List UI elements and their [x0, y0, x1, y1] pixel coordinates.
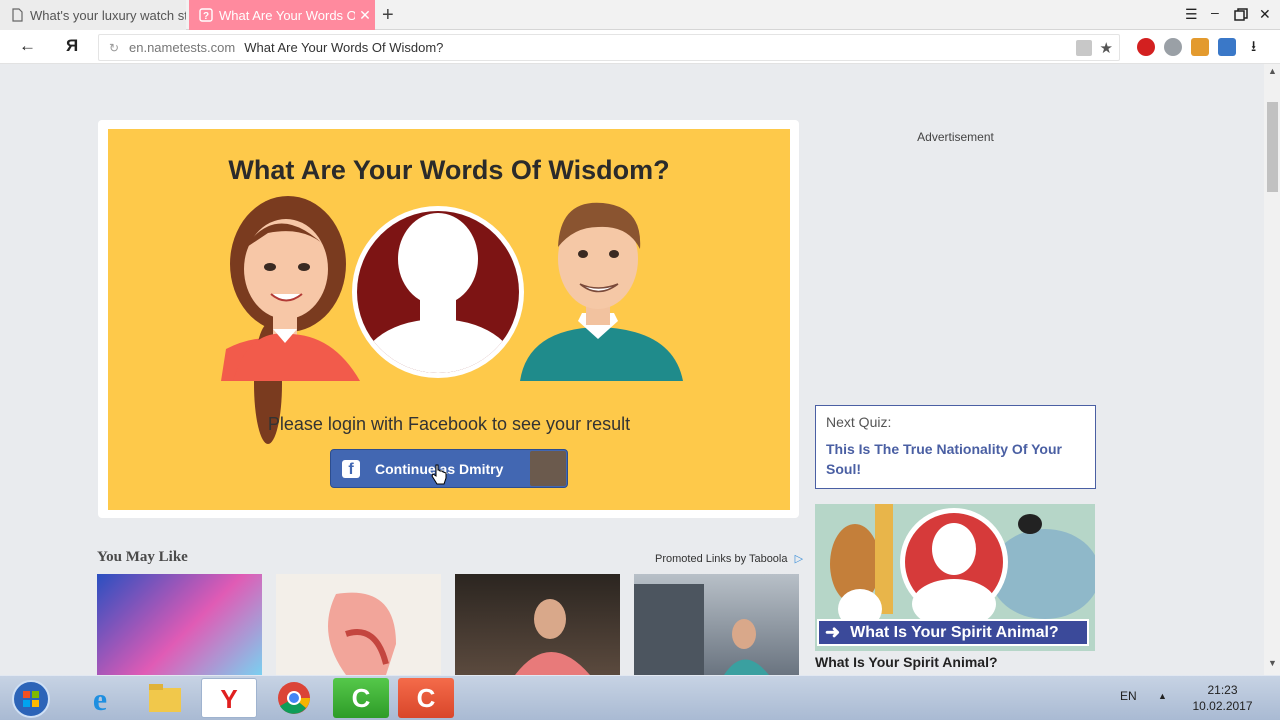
restore-icon[interactable]: [1234, 8, 1248, 21]
reload-icon[interactable]: ↻: [99, 41, 129, 55]
plus-icon[interactable]: +: [382, 4, 394, 27]
promoted-text: Promoted Links by Taboola: [655, 553, 788, 565]
tab-words-of-wisdom[interactable]: ? What Are Your Words Of ✕: [189, 0, 375, 30]
menu-icon[interactable]: ☰: [1185, 6, 1198, 23]
adblock-extension-icon[interactable]: [1137, 38, 1155, 56]
minimize-icon[interactable]: –: [1211, 4, 1219, 20]
code-extension-icon[interactable]: [1218, 38, 1236, 56]
clock[interactable]: 21:23 10.02.2017: [1185, 682, 1260, 714]
extension-icon[interactable]: [1164, 38, 1182, 56]
svg-text:e: e: [93, 681, 107, 717]
spirit-banner-text: What Is Your Spirit Animal?: [850, 623, 1059, 641]
man-avatar-icon: [520, 202, 683, 381]
windows-taskbar: e Y C C EN ▲ 21:23 10.02.2017: [0, 675, 1280, 720]
scroll-down-icon[interactable]: ▼: [1268, 658, 1277, 668]
tab-title: What's your luxury watch sty: [30, 7, 186, 23]
page-scrollbar[interactable]: ▲ ▼: [1264, 64, 1280, 675]
bookmark-extension-icon[interactable]: [1191, 38, 1209, 56]
clock-time: 21:23: [1207, 683, 1238, 697]
woman-avatar-icon: [221, 196, 360, 444]
advertisement-label: Advertisement: [917, 130, 994, 144]
user-avatar: [530, 451, 566, 486]
yandex-logo-icon[interactable]: Я: [66, 36, 78, 56]
lock-icon[interactable]: [1075, 39, 1092, 56]
file-explorer-icon[interactable]: [137, 678, 193, 718]
profile-placeholder-icon: [352, 206, 524, 378]
next-quiz-box[interactable]: Next Quiz: This Is The True Nationality …: [815, 405, 1096, 489]
arrow-right-icon: ➜: [825, 622, 841, 642]
url-host: en.nametests.com: [129, 40, 236, 55]
close-tab-icon[interactable]: ✕: [355, 7, 375, 24]
spirit-animal-banner[interactable]: ➜ What Is Your Spirit Animal?: [817, 619, 1089, 646]
recommended-thumbnail[interactable]: [455, 574, 620, 675]
person-photo-image: [515, 599, 590, 675]
spirit-animal-caption[interactable]: What Is Your Spirit Animal?: [815, 654, 998, 670]
camtasia-orange-icon[interactable]: C: [398, 678, 454, 718]
anatomy-diagram-image: [328, 592, 396, 675]
language-indicator[interactable]: EN: [1120, 689, 1137, 703]
continue-with-facebook-button[interactable]: f Continue as Dmitry: [330, 449, 568, 488]
login-prompt: Please login with Facebook to see your r…: [267, 414, 631, 434]
page-icon: [12, 8, 23, 22]
start-button-icon[interactable]: [10, 679, 52, 719]
tray-expand-icon[interactable]: ▲: [1158, 691, 1167, 701]
url-page-title: What Are Your Words Of Wisdom?: [244, 40, 444, 55]
nametests-favicon-icon: ?: [199, 8, 213, 22]
clock-date: 10.02.2017: [1192, 699, 1253, 713]
camtasia-green-icon[interactable]: C: [333, 678, 389, 718]
taboola-icon: ▷: [794, 553, 804, 565]
tab-strip: What's your luxury watch sty ? What Are …: [0, 0, 1280, 30]
hand-cursor-icon: [431, 464, 447, 485]
internet-explorer-icon[interactable]: e: [72, 678, 128, 718]
tab-luxury-watch[interactable]: What's your luxury watch sty: [0, 0, 186, 30]
recommended-thumbnail[interactable]: [276, 574, 441, 675]
recommended-thumbnail[interactable]: [634, 574, 799, 675]
address-bar[interactable]: ↻ en.nametests.com What Are Your Words O…: [98, 34, 1120, 61]
svg-text:?: ?: [203, 11, 209, 22]
promoted-links-label[interactable]: Promoted Links by Taboola ▷: [655, 552, 803, 565]
next-quiz-label: Next Quiz:: [826, 414, 892, 430]
back-arrow-icon[interactable]: ←: [19, 36, 36, 56]
tab-title: What Are Your Words Of: [219, 7, 355, 23]
next-quiz-link[interactable]: This Is The True Nationality Of Your Sou…: [826, 439, 1085, 479]
yandex-browser-taskbar-icon[interactable]: Y: [201, 678, 257, 718]
star-icon[interactable]: ★: [1100, 39, 1113, 57]
facebook-logo-icon: f: [342, 459, 360, 478]
recommended-thumbnail[interactable]: [97, 574, 262, 675]
chrome-icon[interactable]: [266, 678, 322, 718]
close-window-icon[interactable]: ✕: [1259, 6, 1271, 23]
navigation-bar: ← Я ↻ en.nametests.com What Are Your Wor…: [0, 30, 1280, 64]
download-icon[interactable]: ⭳: [1251, 36, 1256, 61]
scrollbar-thumb[interactable]: [1267, 102, 1278, 192]
library-photo-image: [634, 584, 769, 675]
quiz-title: What Are Your Words Of Wisdom?: [228, 155, 670, 185]
scroll-up-icon[interactable]: ▲: [1268, 66, 1277, 76]
you-may-like-heading: You May Like: [97, 549, 188, 565]
